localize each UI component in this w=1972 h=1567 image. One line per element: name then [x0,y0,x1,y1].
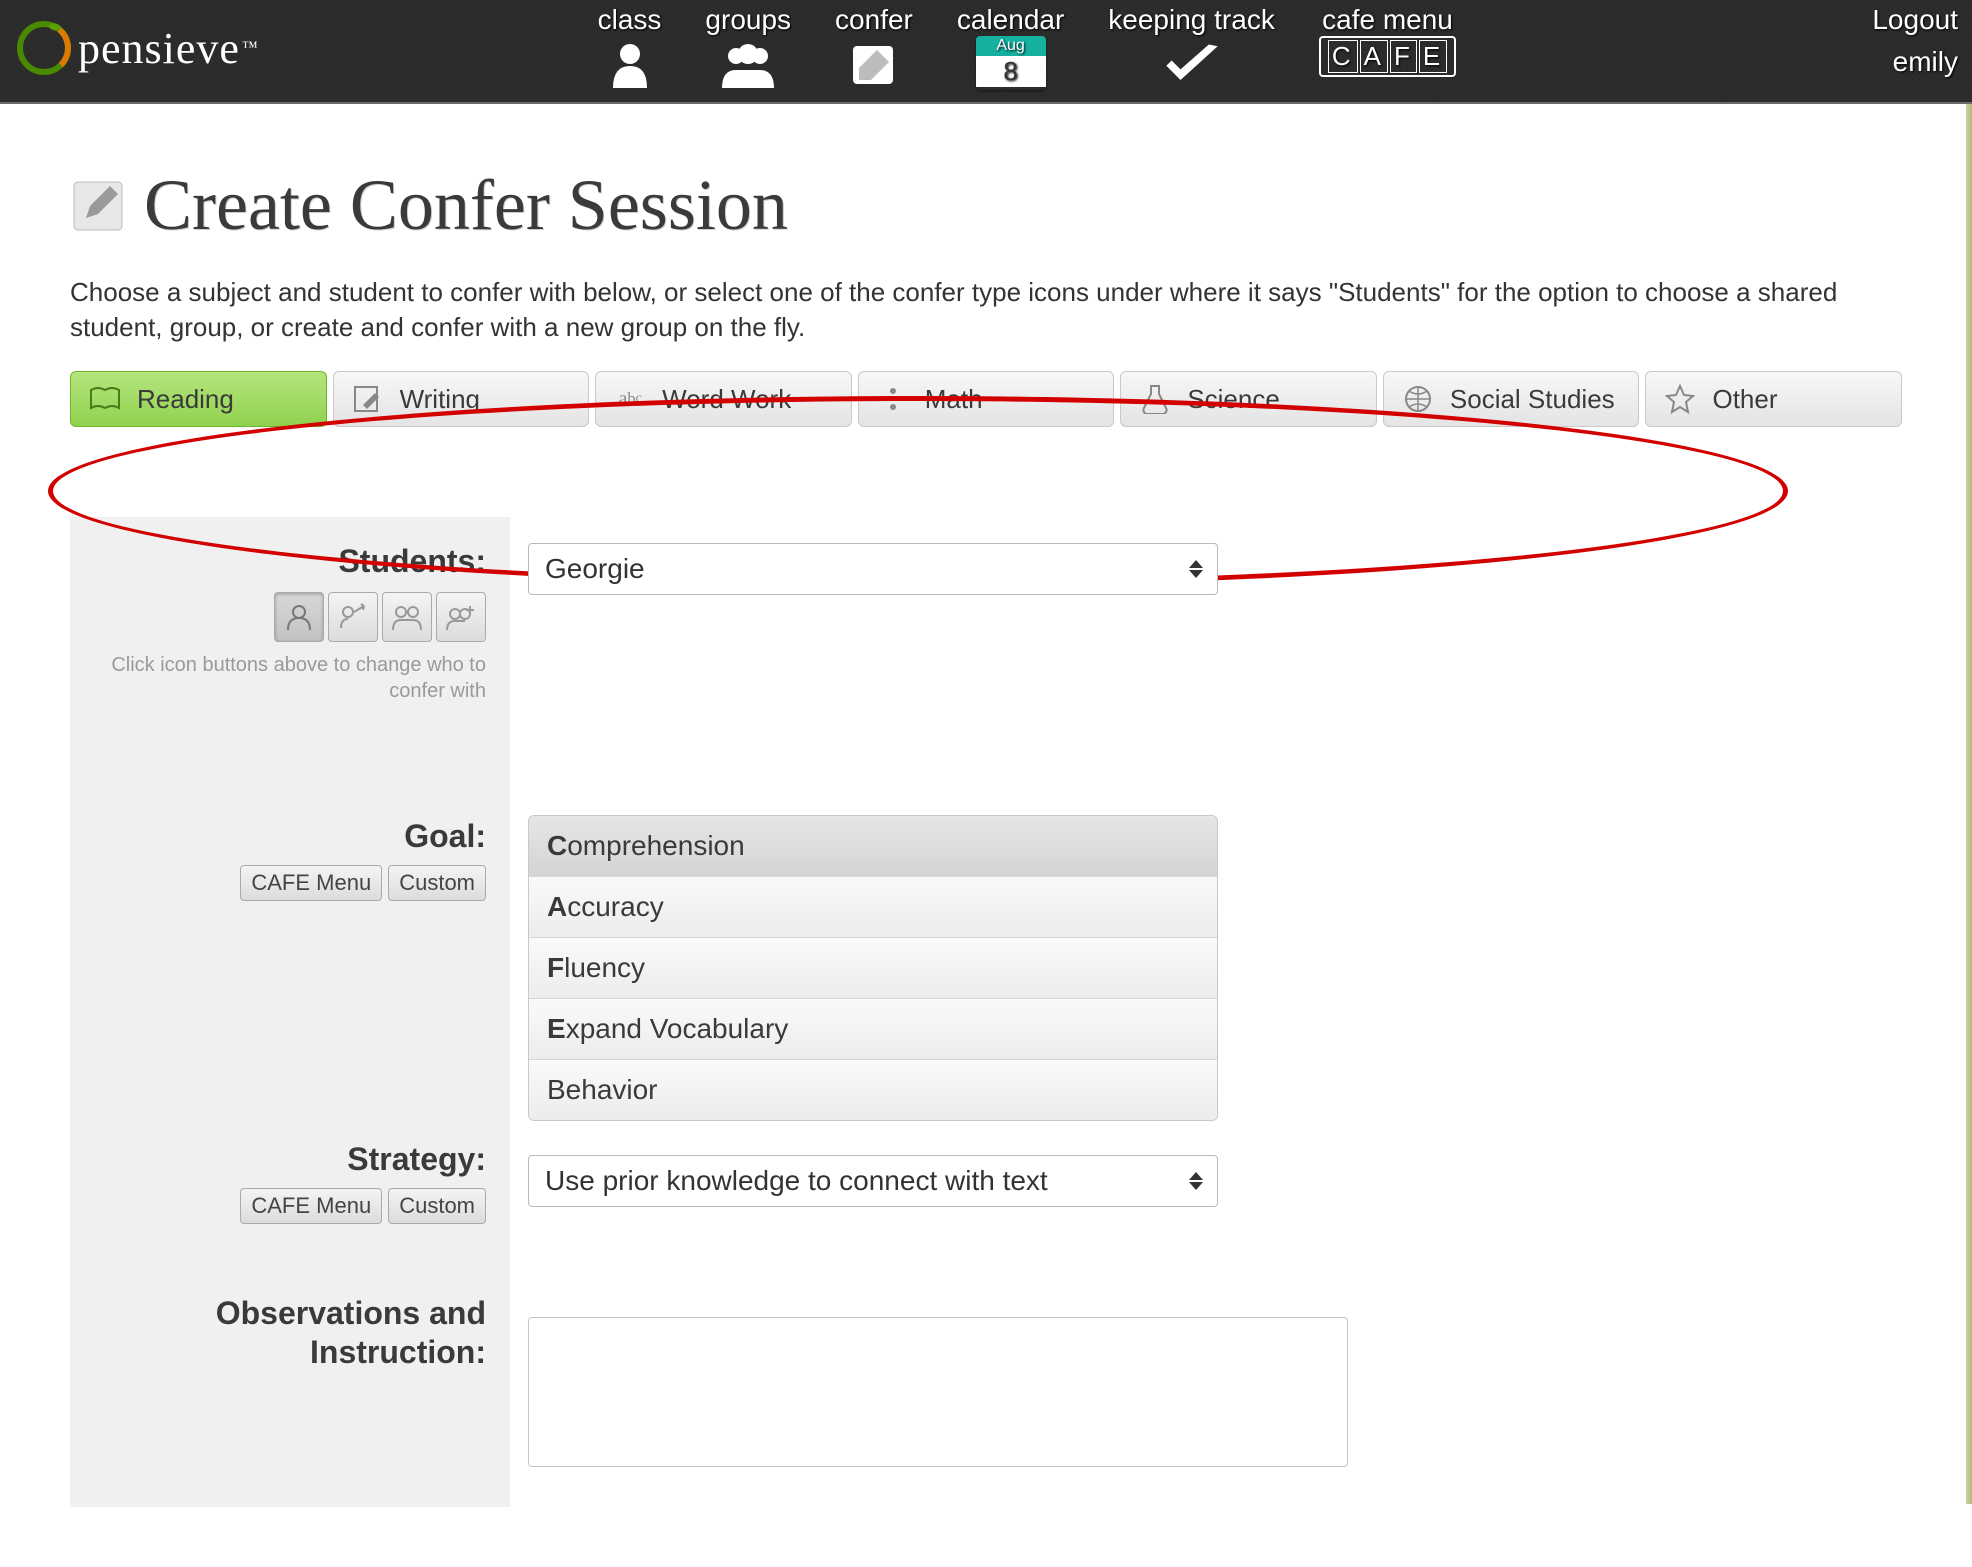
right-edge-decoration [1966,104,1972,1504]
globe-icon [1400,381,1436,417]
tab-social[interactable]: Social Studies [1383,371,1640,427]
person-outline-icon [284,602,314,632]
tab-reading-label: Reading [137,384,234,415]
page-title-text: Create Confer Session [144,164,788,247]
tab-science-label: Science [1187,384,1280,415]
pencil-paper-icon [350,381,386,417]
form-area: Students: Click icon buttons above to ch… [70,517,1902,1507]
strategy-cafe-button[interactable]: CAFE Menu [240,1188,382,1224]
group-plus-icon [445,602,477,632]
student-select[interactable]: Georgie [528,543,1218,595]
strategy-custom-button[interactable]: Custom [388,1188,486,1224]
nav-class[interactable]: class [598,4,662,90]
nav-class-label: class [598,4,662,36]
tab-social-label: Social Studies [1450,384,1615,415]
compose-icon [843,38,905,90]
page-intro: Choose a subject and student to confer w… [70,275,1850,345]
top-nav-bar: pensieve™ class groups confer calendar A… [0,0,1972,104]
tab-writing-label: Writing [400,384,480,415]
goal-accuracy[interactable]: Accuracy [529,876,1217,937]
nav-cafe-menu[interactable]: cafe menu CAFE [1319,4,1456,90]
username-link[interactable]: emily [1893,46,1958,78]
confer-shared-button[interactable] [328,592,378,642]
logo-icon [14,18,74,78]
tab-wordwork-label: Word Work [662,384,791,415]
goal-list: Comprehension Accuracy Fluency Expand Vo… [528,815,1218,1121]
abc-icon: abc [612,381,648,417]
goal-expand-vocab[interactable]: Expand Vocabulary [529,998,1217,1059]
confer-newgroup-button[interactable] [436,592,486,642]
calendar-day: 8 [976,56,1046,87]
group-icon [717,38,779,90]
person-icon [599,38,661,90]
nav-cafe-label: cafe menu [1322,4,1453,36]
nav-groups[interactable]: groups [705,4,791,90]
goal-fluency[interactable]: Fluency [529,937,1217,998]
person-arrow-icon [338,602,368,632]
tab-other[interactable]: Other [1645,371,1902,427]
tab-science[interactable]: Science [1120,371,1377,427]
calendar-month: Aug [976,36,1046,56]
subject-tabs: Reading Writing abc Word Work Math Scien… [70,371,1902,427]
page-body: Create Confer Session Choose a subject a… [0,104,1972,1567]
observations-textarea[interactable] [528,1317,1348,1467]
tab-other-label: Other [1712,384,1777,415]
tab-math[interactable]: Math [858,371,1115,427]
logout-link[interactable]: Logout [1872,4,1958,36]
brand-name: pensieve [78,23,240,74]
strategy-select-value: Use prior knowledge to connect with text [545,1165,1048,1197]
nav-keeping-track[interactable]: keeping track [1108,4,1275,90]
flask-icon [1137,381,1173,417]
checkmark-icon [1161,38,1223,90]
fields-column: Georgie Comprehension Accuracy Fluency E… [510,517,1902,1507]
goal-behavior[interactable]: Behavior [529,1059,1217,1120]
label-strategy: Strategy: [94,1141,486,1178]
label-observations: Observations and Instruction: [94,1294,486,1371]
page-title: Create Confer Session [70,164,1902,247]
confer-group-button[interactable] [382,592,432,642]
goal-custom-button[interactable]: Custom [388,865,486,901]
nav-confer-label: confer [835,4,913,36]
cafe-icon: CAFE [1319,36,1456,77]
select-caret-icon [1189,1172,1203,1190]
nav-calendar-label: calendar [957,4,1064,36]
confer-single-button[interactable] [274,592,324,642]
strategy-select[interactable]: Use prior knowledge to connect with text [528,1155,1218,1207]
user-links: Logout emily [1872,4,1958,78]
calendar-icon: Aug 8 [976,36,1046,90]
label-students: Students: [94,543,486,580]
trademark: ™ [242,39,258,57]
nav-confer[interactable]: confer [835,4,913,90]
goal-source-buttons: CAFE Menu Custom [94,865,486,901]
nav-calendar[interactable]: calendar Aug 8 [957,4,1064,90]
label-goal: Goal: [94,818,486,855]
goal-comprehension[interactable]: Comprehension [529,816,1217,876]
tab-wordwork[interactable]: abc Word Work [595,371,852,427]
confer-type-helper: Click icon buttons above to change who t… [94,652,486,704]
edit-icon [70,178,126,234]
select-caret-icon [1189,560,1203,578]
star-icon [1662,381,1698,417]
tab-reading[interactable]: Reading [70,371,327,427]
nav-groups-label: groups [705,4,791,36]
tab-writing[interactable]: Writing [333,371,590,427]
divide-icon [875,381,911,417]
goal-cafe-button[interactable]: CAFE Menu [240,865,382,901]
labels-column: Students: Click icon buttons above to ch… [70,517,510,1507]
group-outline-icon [391,602,423,632]
book-icon [87,381,123,417]
tab-math-label: Math [925,384,983,415]
nav-keeping-label: keeping track [1108,4,1275,36]
confer-type-buttons [94,592,486,642]
main-nav: class groups confer calendar Aug 8 ke [598,4,1457,90]
strategy-source-buttons: CAFE Menu Custom [94,1188,486,1224]
student-select-value: Georgie [545,553,645,585]
brand-logo[interactable]: pensieve™ [14,18,258,78]
